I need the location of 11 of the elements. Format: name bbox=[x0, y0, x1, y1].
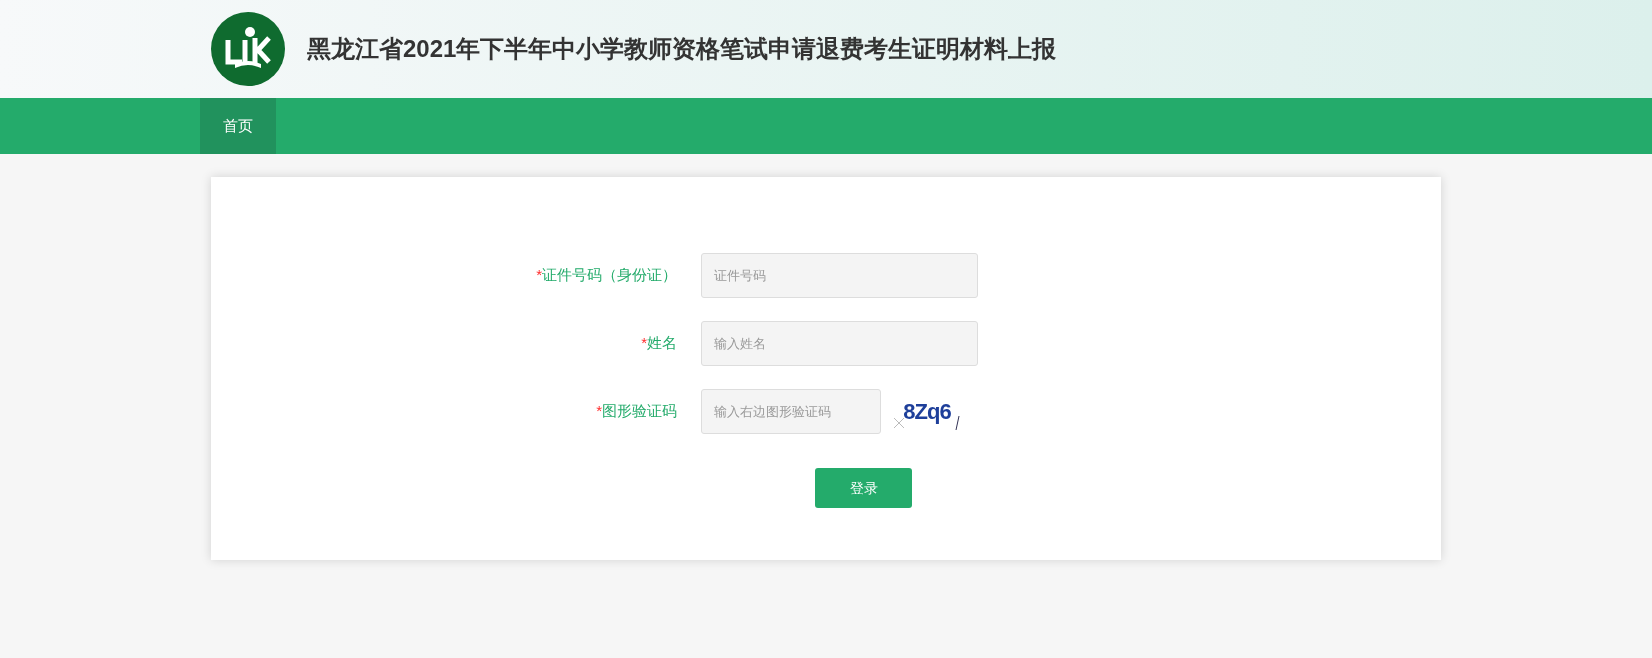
field-label: *证件号码（身份证） bbox=[535, 265, 678, 286]
nav-tab[interactable]: 首页 bbox=[200, 98, 276, 154]
input-field[interactable]: 输入姓名 bbox=[701, 321, 978, 366]
site-title: 黑龙江省2021年下半年中小学教师资格笔试申请退费考生证明材料上报 bbox=[307, 34, 1057, 64]
logo-icon bbox=[211, 12, 285, 86]
captcha-image[interactable]: 8Zq6 bbox=[892, 393, 962, 430]
field-label: *姓名 bbox=[640, 333, 678, 354]
captcha-field[interactable]: 输入右边图形验证码 bbox=[701, 389, 881, 434]
field-label: *图形验证码 bbox=[595, 401, 678, 422]
login-button[interactable]: 登录 bbox=[815, 468, 912, 508]
input-field[interactable]: 证件号码 bbox=[701, 253, 978, 298]
